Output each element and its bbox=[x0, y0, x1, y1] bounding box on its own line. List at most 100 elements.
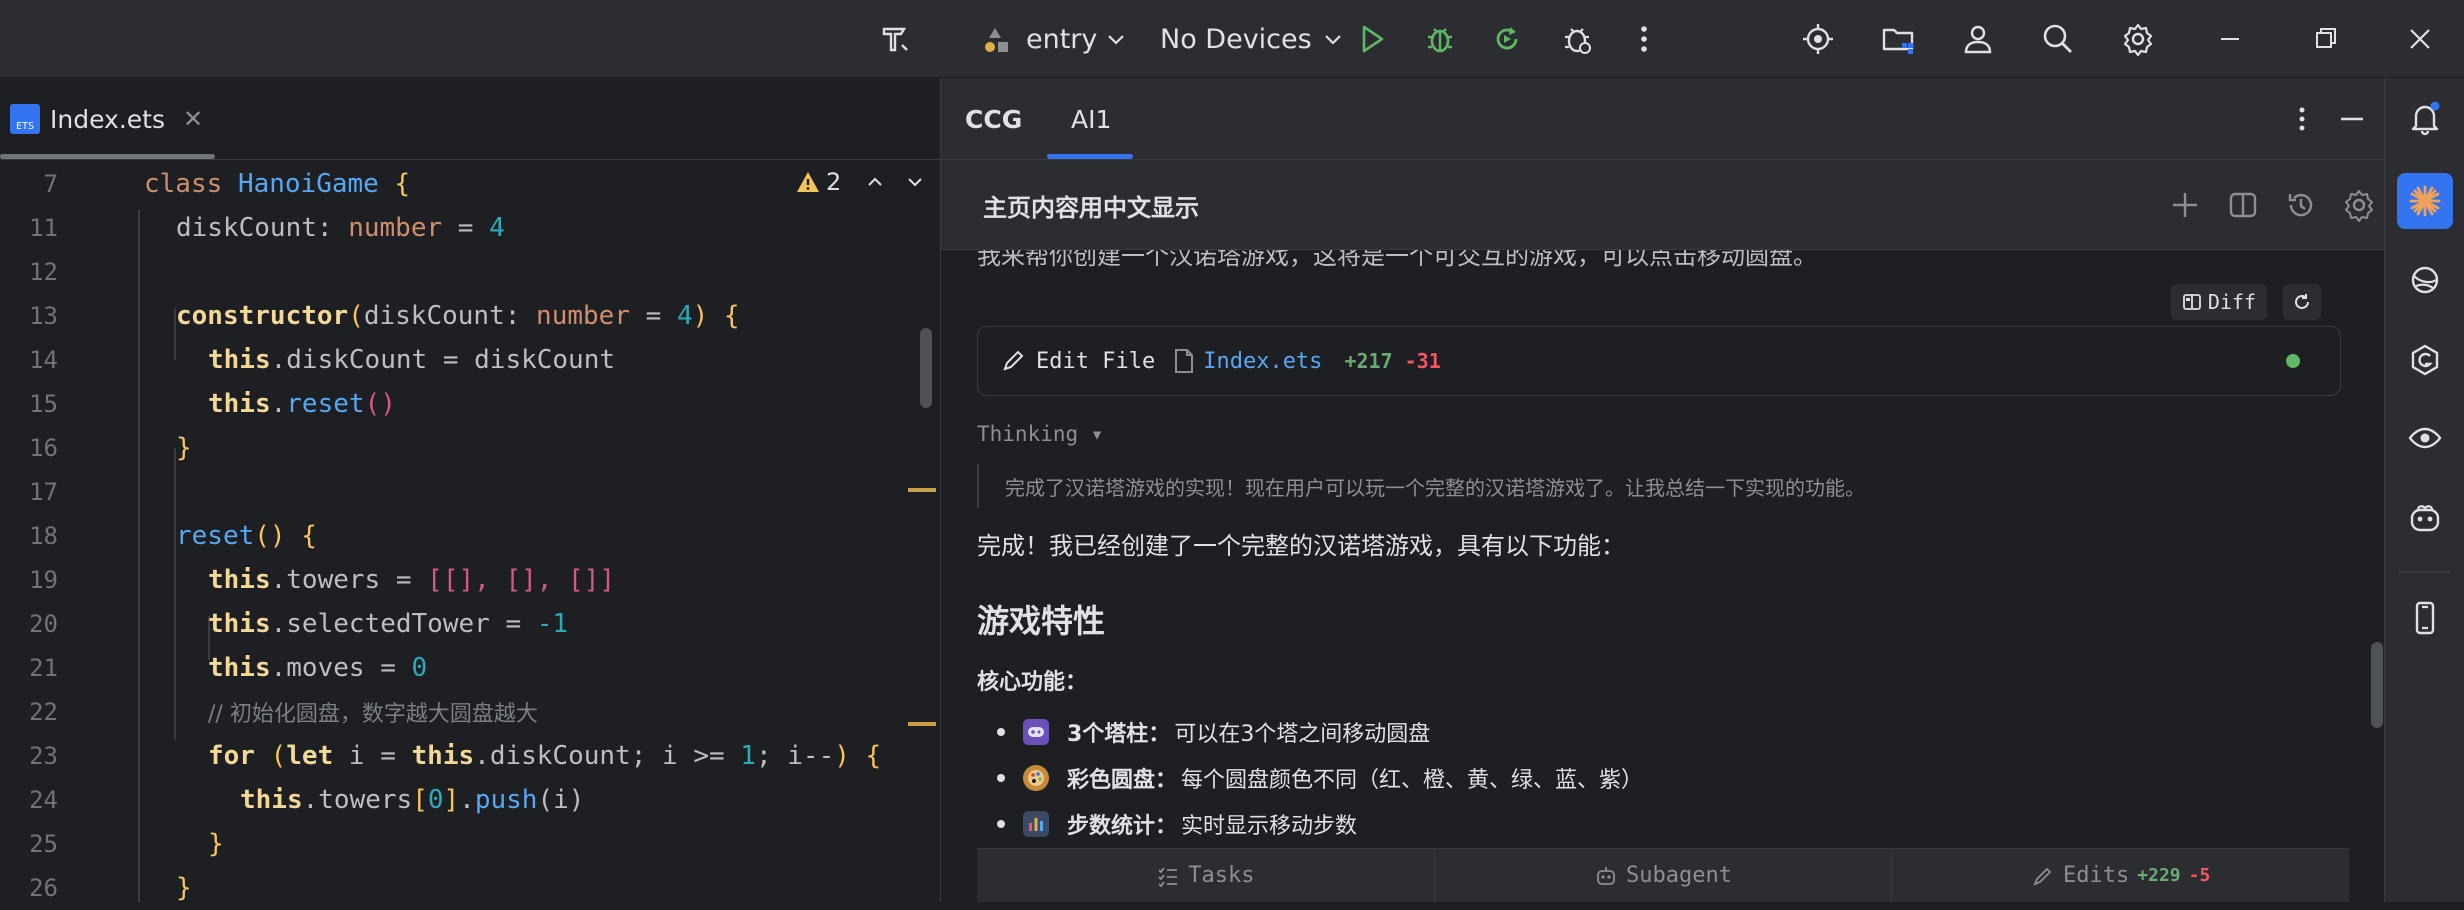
line-number: 19 bbox=[29, 566, 58, 594]
run-icon[interactable] bbox=[1352, 19, 1392, 59]
code-text: class HanoiGame { bbox=[144, 169, 411, 199]
code-line: 11 diskCount: number = 4 bbox=[0, 206, 940, 250]
gear-icon[interactable] bbox=[2118, 19, 2158, 59]
gear-icon[interactable] bbox=[2341, 187, 2377, 223]
pencil-icon bbox=[1003, 350, 1024, 371]
close-icon[interactable] bbox=[2400, 19, 2440, 59]
list-item: 3个塔柱： 可以在3个塔之间移动圆盘 bbox=[997, 716, 1430, 748]
right-tool-strip bbox=[2384, 78, 2464, 902]
lines-removed: -31 bbox=[1404, 349, 1441, 373]
line-number: 18 bbox=[29, 522, 58, 550]
rerun-icon[interactable] bbox=[1487, 19, 1527, 59]
warning-indicator[interactable]: 2 bbox=[796, 168, 925, 196]
editor-tab-scrollbar[interactable] bbox=[0, 154, 215, 159]
code-editor: ETS Index.ets ✕ 7 class HanoiGame { 11 d… bbox=[0, 78, 940, 903]
edits-button[interactable]: Edits +229 -5 bbox=[1892, 849, 2349, 902]
profile-icon[interactable] bbox=[1557, 19, 1597, 59]
file-icon bbox=[1175, 349, 1194, 373]
chevron-down-icon[interactable] bbox=[905, 172, 925, 192]
conversation-scrollbar[interactable] bbox=[2371, 642, 2383, 728]
strip-divider bbox=[2399, 571, 2451, 573]
conversation-title: 主页内容用中文显示 bbox=[983, 193, 1199, 222]
more-vert-icon[interactable] bbox=[1624, 19, 1664, 59]
edits-label: Edits bbox=[2063, 863, 2130, 888]
line-number: 12 bbox=[29, 258, 58, 286]
line-number: 22 bbox=[29, 698, 58, 726]
hammer-icon[interactable] bbox=[876, 19, 916, 59]
subagent-button[interactable]: Subagent bbox=[1435, 849, 1893, 902]
tab-ai1[interactable]: AI1 bbox=[1071, 78, 1111, 160]
notifications-icon[interactable] bbox=[2401, 94, 2449, 142]
tab-ccg[interactable]: CCG bbox=[965, 78, 1022, 160]
edited-file-link[interactable]: Index.ets bbox=[1203, 349, 1322, 374]
code-line: 19 this.towers = [[], [], []] bbox=[0, 558, 940, 602]
diff-icon bbox=[2183, 294, 2201, 310]
line-number: 15 bbox=[29, 390, 58, 418]
code-text: this.towers = [[], [], []] bbox=[208, 565, 616, 595]
bar-chart-icon bbox=[1023, 811, 1049, 837]
warning-stripe-marker[interactable] bbox=[908, 488, 936, 492]
split-view-icon[interactable] bbox=[2225, 187, 2261, 223]
edits-removed: -5 bbox=[2188, 865, 2211, 886]
ai-assistant-icon[interactable] bbox=[2397, 173, 2453, 229]
restore-icon[interactable] bbox=[2306, 19, 2346, 59]
close-icon[interactable]: ✕ bbox=[183, 105, 203, 133]
line-number: 23 bbox=[29, 742, 58, 770]
warning-icon bbox=[797, 172, 819, 192]
thinking-toggle[interactable]: Thinking ▾ bbox=[977, 422, 1103, 446]
edit-file-card[interactable]: Edit File Index.ets +217 -31 bbox=[977, 326, 2341, 396]
code-text: reset() { bbox=[176, 521, 317, 551]
code-text: this.towers[0].push(i) bbox=[240, 785, 585, 815]
plus-icon[interactable] bbox=[2167, 187, 2203, 223]
active-tab-indicator bbox=[1047, 154, 1133, 159]
code-line: 20 this.selectedTower = -1 bbox=[0, 602, 940, 646]
history-icon[interactable] bbox=[2283, 187, 2319, 223]
palette-icon bbox=[1023, 765, 1049, 791]
device-phone-icon[interactable] bbox=[2401, 594, 2449, 642]
copilot-icon[interactable] bbox=[2401, 494, 2449, 542]
device-selector[interactable]: No Devices bbox=[1160, 0, 1344, 78]
refresh-button[interactable] bbox=[2283, 284, 2321, 320]
editor-tab-bar: ETS Index.ets ✕ bbox=[0, 78, 940, 160]
code-line: 21 this.moves = 0 bbox=[0, 646, 940, 690]
account-icon[interactable] bbox=[1958, 19, 1998, 59]
code-text: for (let i = this.diskCount; i >= 1; i--… bbox=[208, 741, 882, 771]
run-config-label: entry bbox=[1026, 23, 1098, 55]
code-line: 26 } bbox=[0, 866, 940, 910]
code-line: 13 constructor(diskCount: number = 4) { bbox=[0, 294, 940, 338]
more-vert-icon[interactable] bbox=[2285, 102, 2319, 136]
code-text: } bbox=[176, 873, 192, 903]
section-heading: 游戏特性 bbox=[977, 602, 1106, 640]
code-text: } bbox=[176, 433, 192, 463]
ets-file-icon: ETS bbox=[10, 104, 40, 134]
target-icon[interactable] bbox=[1798, 19, 1838, 59]
tasks-button[interactable]: Tasks bbox=[977, 849, 1435, 902]
code-area[interactable]: 7 class HanoiGame { 11 diskCount: number… bbox=[0, 160, 940, 903]
debug-icon[interactable] bbox=[1420, 19, 1460, 59]
line-number: 25 bbox=[29, 830, 58, 858]
refresh-icon bbox=[2295, 294, 2309, 309]
minimize-icon[interactable] bbox=[2335, 102, 2369, 136]
line-number: 20 bbox=[29, 610, 58, 638]
warning-count: 2 bbox=[826, 168, 842, 196]
gamepad-icon bbox=[1023, 719, 1049, 745]
planet-icon[interactable] bbox=[2401, 256, 2449, 304]
robot-icon bbox=[1597, 866, 1615, 885]
chevron-up-icon[interactable] bbox=[865, 172, 885, 192]
editor-tab-label: Index.ets bbox=[50, 104, 165, 134]
warning-stripe-marker[interactable] bbox=[908, 722, 936, 726]
line-number: 26 bbox=[29, 874, 58, 902]
editor-scrollbar[interactable] bbox=[920, 328, 932, 408]
editor-tab-index-ets[interactable]: ETS Index.ets ✕ bbox=[0, 78, 214, 160]
search-icon[interactable] bbox=[2038, 19, 2078, 59]
line-number: 14 bbox=[29, 346, 58, 374]
code-line: 17 bbox=[0, 470, 940, 514]
conversation-body[interactable]: 我来帮你创建一个汉诺塔游戏，这将是一个可交互的游戏，可以点击移动圆盘。 Diff… bbox=[941, 250, 2385, 902]
run-config-selector[interactable]: entry bbox=[1026, 0, 1127, 78]
subagent-label: Subagent bbox=[1626, 863, 1732, 888]
eye-icon[interactable] bbox=[2401, 414, 2449, 462]
g-plugin-icon[interactable] bbox=[2401, 336, 2449, 384]
folder-icon[interactable] bbox=[1878, 19, 1918, 59]
diff-button[interactable]: Diff bbox=[2171, 284, 2267, 320]
minimize-icon[interactable] bbox=[2210, 19, 2250, 59]
